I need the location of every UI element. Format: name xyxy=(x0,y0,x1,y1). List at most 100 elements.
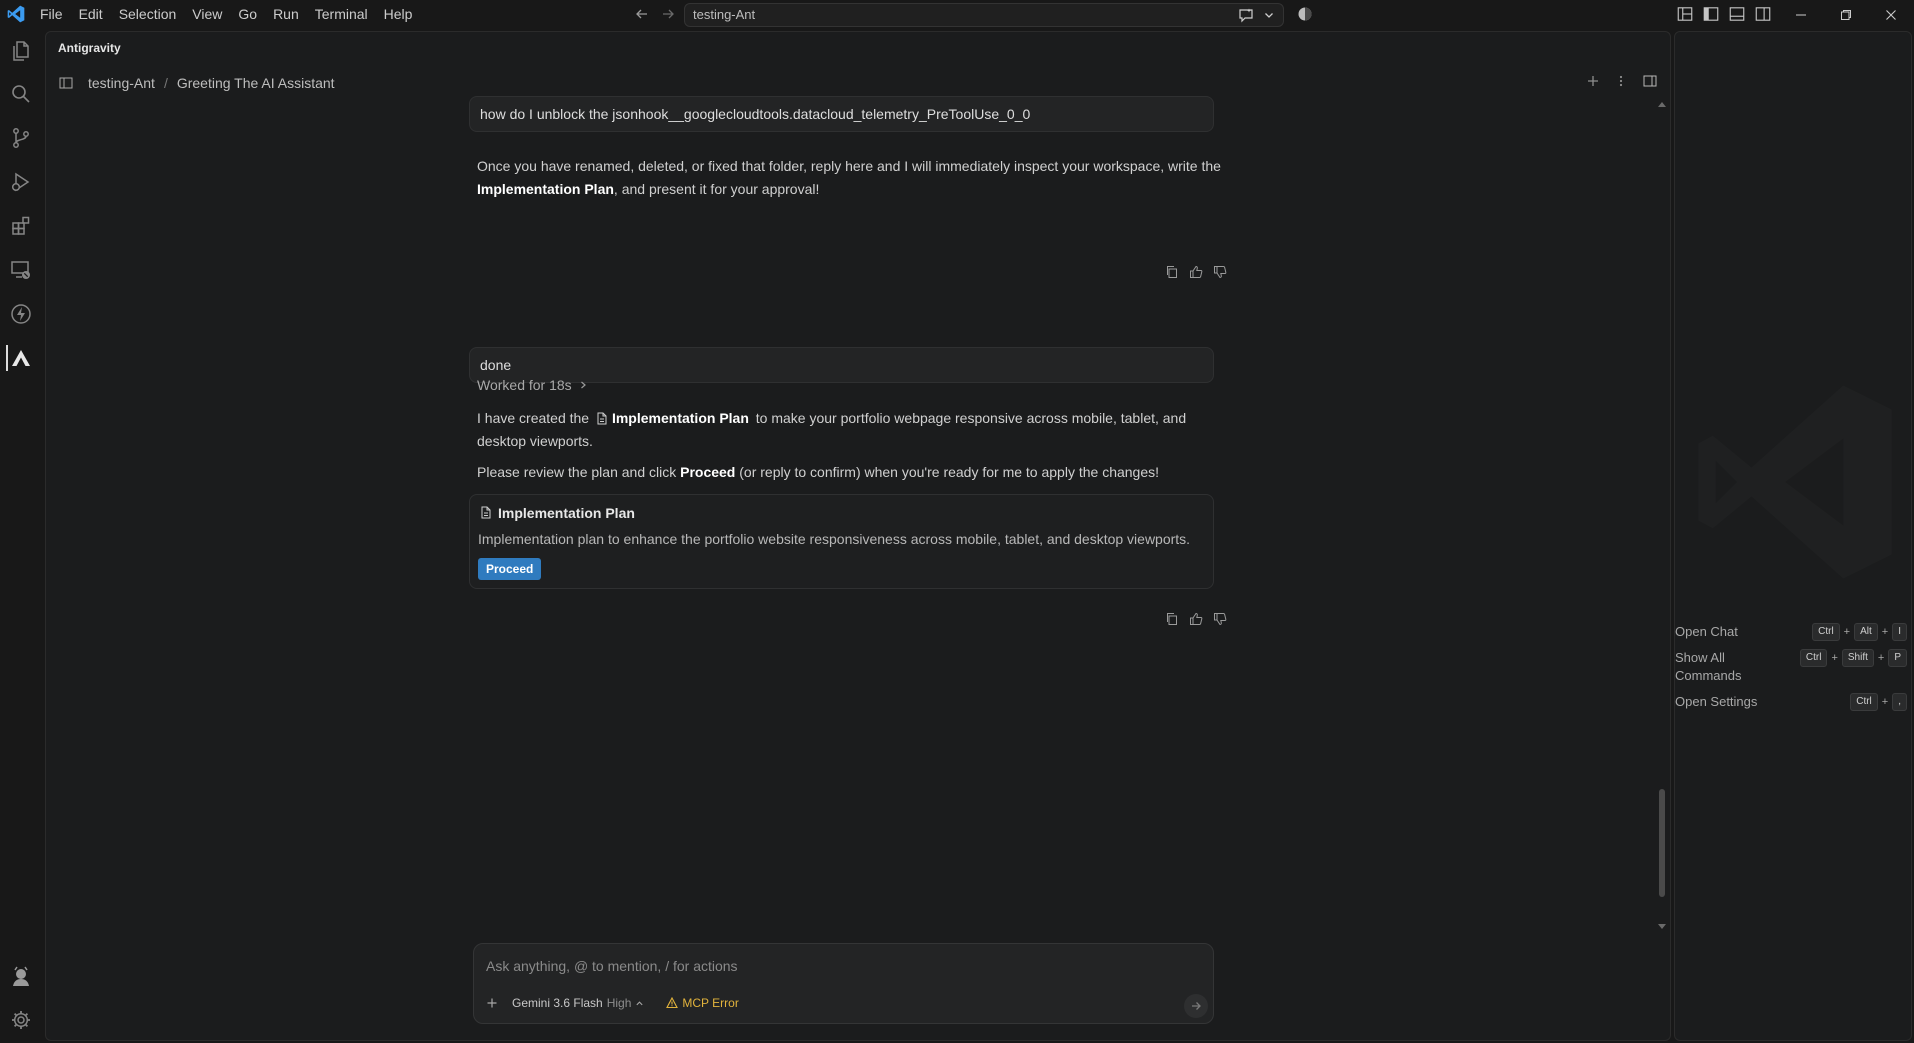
thumbs-up-icon[interactable] xyxy=(1189,612,1203,626)
antigravity-globe-icon[interactable] xyxy=(1297,6,1313,22)
user-message: how do I unblock the jsonhook__googleclo… xyxy=(469,96,1214,132)
key-plus: + xyxy=(1881,696,1889,708)
files-icon[interactable] xyxy=(8,38,34,64)
model-name: Gemini 3.6 Flash xyxy=(512,996,603,1010)
shortcut-label: Open Settings xyxy=(1675,694,1758,709)
command-center-label: testing-Ant xyxy=(693,7,756,22)
shortcut-keys: Ctrl + Alt + I xyxy=(1812,623,1907,641)
key-plus: + xyxy=(1831,652,1838,664)
extensions-icon[interactable] xyxy=(8,213,34,239)
antigravity-icon[interactable] xyxy=(6,345,34,371)
menu-view[interactable]: View xyxy=(184,0,230,29)
document-icon xyxy=(480,506,492,519)
settings-gear-icon[interactable] xyxy=(8,1007,34,1033)
assistant-bold-text: Proceed xyxy=(680,464,736,480)
minimize-icon[interactable] xyxy=(1778,0,1823,29)
key: Ctrl xyxy=(1850,693,1878,711)
assistant-text: I have created the xyxy=(477,410,590,426)
feedback-actions xyxy=(1165,612,1227,626)
scroll-up-arrow-icon[interactable] xyxy=(1658,101,1666,107)
assistant-text: (or reply to confirm) when you're ready … xyxy=(735,464,1160,480)
copy-icon[interactable] xyxy=(1165,612,1179,626)
forward-arrow-icon[interactable] xyxy=(660,6,676,22)
chat-sparkle-icon[interactable] xyxy=(1238,7,1254,23)
thumbs-down-icon[interactable] xyxy=(1213,265,1227,279)
toggle-panel-icon[interactable] xyxy=(1728,5,1746,23)
layout-controls xyxy=(1676,5,1772,23)
key: P xyxy=(1888,649,1907,667)
key-plus: + xyxy=(1843,626,1851,638)
key-plus: + xyxy=(1881,626,1889,638)
implementation-plan-link[interactable]: Implementation Plan xyxy=(596,407,749,430)
menu-file[interactable]: File xyxy=(32,0,71,29)
input-toolbar: Gemini 3.6 Flash High MCP Error xyxy=(486,996,739,1010)
vscode-watermark-icon xyxy=(1679,362,1911,602)
model-level: High xyxy=(606,996,632,1010)
lightning-icon[interactable] xyxy=(8,301,34,327)
assistant-text: , and present it for your approval! xyxy=(613,181,820,197)
close-icon[interactable] xyxy=(1868,0,1913,29)
worked-for-label: Worked for 18s xyxy=(477,377,572,393)
key: , xyxy=(1892,693,1907,711)
key: Alt xyxy=(1854,623,1878,641)
worked-for-toggle[interactable]: Worked for 18s xyxy=(477,377,588,393)
toggle-primary-sidebar-icon[interactable] xyxy=(1702,5,1720,23)
menu-terminal[interactable]: Terminal xyxy=(307,0,376,29)
accounts-icon[interactable] xyxy=(8,964,34,990)
mcp-error-label: MCP Error xyxy=(682,996,739,1010)
window-controls xyxy=(1778,0,1913,29)
remote-explorer-icon[interactable] xyxy=(8,257,34,283)
add-context-plus-icon[interactable] xyxy=(486,997,498,1009)
shortcut-label: Open Chat xyxy=(1675,624,1738,639)
chat-input-box: Ask anything, @ to mention, / for action… xyxy=(473,943,1214,1024)
menu-go[interactable]: Go xyxy=(230,0,265,29)
thumbs-down-icon[interactable] xyxy=(1213,612,1227,626)
document-icon xyxy=(596,412,608,425)
app-logo-icon xyxy=(6,4,26,24)
send-arrow-icon xyxy=(1190,1000,1202,1012)
chat-input[interactable]: Ask anything, @ to mention, / for action… xyxy=(486,958,738,974)
run-debug-icon[interactable] xyxy=(8,169,34,195)
menu-selection[interactable]: Selection xyxy=(111,0,185,29)
back-arrow-icon[interactable] xyxy=(634,6,650,22)
implementation-plan-link-label: Implementation Plan xyxy=(611,410,749,426)
source-control-icon[interactable] xyxy=(8,125,34,151)
model-selector[interactable]: Gemini 3.6 Flash High xyxy=(512,996,644,1010)
chevron-up-icon xyxy=(635,999,644,1008)
assistant-text: Please review the plan and click xyxy=(477,464,681,480)
command-center-search[interactable]: testing-Ant xyxy=(684,3,1284,27)
chat-transcript: how do I unblock the jsonhook__googleclo… xyxy=(46,32,1670,1040)
restore-icon[interactable] xyxy=(1823,0,1868,29)
secondary-sidebar: Open Chat Ctrl + Alt + I Show All Comman… xyxy=(1674,31,1912,1041)
assistant-bold-text: Implementation Plan xyxy=(477,181,614,197)
proceed-button[interactable]: Proceed xyxy=(478,558,542,580)
menu-edit[interactable]: Edit xyxy=(71,0,111,29)
chevron-right-icon xyxy=(578,380,588,390)
key: Shift xyxy=(1841,649,1874,667)
assistant-message: I have created the Implementation Plan t… xyxy=(477,407,1222,453)
shortcut-keys: Ctrl + , xyxy=(1850,693,1907,711)
menu-bar: File Edit Selection View Go Run Terminal… xyxy=(32,0,420,29)
implementation-plan-card[interactable]: Implementation Plan Implementation plan … xyxy=(469,494,1214,589)
scrollbar-thumb[interactable] xyxy=(1659,789,1665,897)
thumbs-up-icon[interactable] xyxy=(1189,265,1203,279)
plan-card-description: Implementation plan to enhance the portf… xyxy=(478,531,1191,547)
menu-run[interactable]: Run xyxy=(265,0,307,29)
customize-layout-icon[interactable] xyxy=(1676,5,1694,23)
key: I xyxy=(1892,623,1907,641)
copy-icon[interactable] xyxy=(1165,265,1179,279)
assistant-message: Please review the plan and click Proceed… xyxy=(477,461,1222,484)
key-plus: + xyxy=(1877,652,1885,664)
title-bar: File Edit Selection View Go Run Terminal… xyxy=(0,0,1914,29)
menu-help[interactable]: Help xyxy=(376,0,421,29)
key: Ctrl xyxy=(1812,623,1840,641)
send-button[interactable] xyxy=(1184,994,1208,1018)
activity-bar xyxy=(0,29,42,1043)
agent-chat-panel: Antigravity testing-Ant / Greeting The A… xyxy=(45,31,1671,1041)
chevron-down-icon[interactable] xyxy=(1263,9,1275,21)
feedback-actions xyxy=(1165,265,1227,279)
scroll-down-arrow-icon[interactable] xyxy=(1658,924,1666,930)
toggle-secondary-sidebar-icon[interactable] xyxy=(1754,5,1772,23)
mcp-error-indicator[interactable]: MCP Error xyxy=(666,996,739,1010)
search-icon[interactable] xyxy=(8,81,34,107)
